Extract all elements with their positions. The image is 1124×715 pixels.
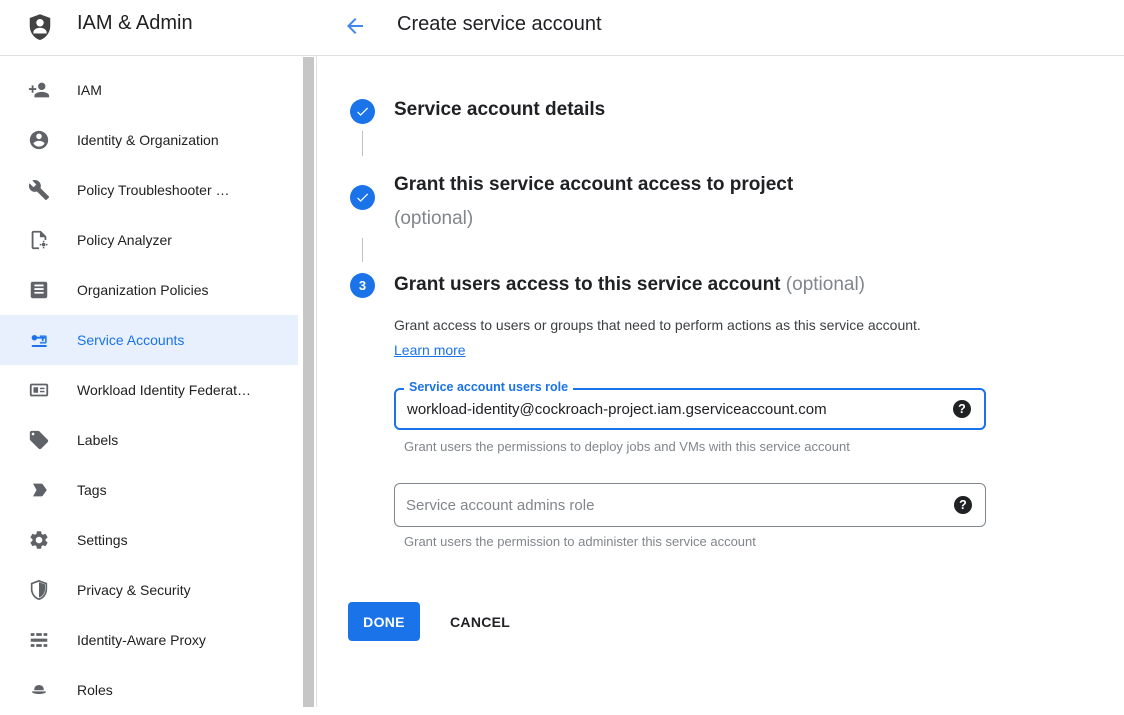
label-tag-icon — [28, 429, 50, 451]
users-role-input[interactable] — [396, 390, 940, 428]
sidebar-scrollbar[interactable] — [303, 57, 314, 707]
step3-title: Grant users access to this service accou… — [394, 274, 865, 296]
users-role-field: Service account users role ? — [394, 388, 986, 430]
step1-title: Service account details — [394, 99, 605, 121]
sidebar-item-label: IAM — [77, 82, 102, 98]
list-doc-icon — [28, 279, 50, 301]
step2-complete-check-icon — [350, 185, 375, 210]
done-button[interactable]: DONE — [348, 602, 420, 641]
step2-title-text: Grant this service account access to pro… — [394, 174, 793, 195]
sidebar-item-workload-identity-federation[interactable]: Workload Identity Federat… — [0, 365, 298, 415]
sidebar-item-label: Identity & Organization — [77, 132, 219, 148]
sidebar-item-label: Policy Troubleshooter … — [77, 182, 230, 198]
sidebar-item-identity-organization[interactable]: Identity & Organization — [0, 115, 298, 165]
sidebar-item-label: Privacy & Security — [77, 582, 191, 598]
step2-optional-label: (optional) — [394, 202, 793, 236]
sidebar-item-label: Service Accounts — [77, 332, 184, 348]
sidebar-item-settings[interactable]: Settings — [0, 515, 298, 565]
step2-title: Grant this service account access to pro… — [394, 168, 793, 236]
cancel-button[interactable]: CANCEL — [450, 614, 510, 630]
sidebar-item-privacy-security[interactable]: Privacy & Security — [0, 565, 298, 615]
hat-icon — [28, 679, 50, 701]
step3-description: Grant access to users or groups that nee… — [394, 313, 956, 363]
sidebar-item-label: Workload Identity Federat… — [77, 382, 251, 398]
sidebar-item-label: Policy Analyzer — [77, 232, 172, 248]
gear-icon — [28, 529, 50, 551]
sidebar-item-roles[interactable]: Roles — [0, 665, 298, 715]
help-icon[interactable]: ? — [954, 496, 972, 514]
account-circle-icon — [28, 129, 50, 151]
step3-optional-label: (optional) — [786, 274, 865, 295]
sidebar-item-policy-troubleshooter[interactable]: Policy Troubleshooter … — [0, 165, 298, 215]
sidebar-item-policy-analyzer[interactable]: Policy Analyzer — [0, 215, 298, 265]
proxy-grid-icon — [28, 629, 50, 651]
service-account-key-icon — [28, 329, 50, 351]
sidebar-divider — [316, 0, 317, 707]
top-header: IAM & Admin Create service account — [0, 0, 1124, 56]
shield-icon — [28, 579, 50, 601]
sidebar-item-labels[interactable]: Labels — [0, 415, 298, 465]
doc-gear-icon — [28, 229, 50, 251]
sidebar-item-label: Organization Policies — [77, 282, 209, 298]
admins-role-helper-text: Grant users the permission to administer… — [404, 534, 756, 549]
wrench-icon — [28, 179, 50, 201]
app-title: IAM & Admin — [77, 12, 193, 35]
person-add-icon — [28, 79, 50, 101]
sidebar-item-organization-policies[interactable]: Organization Policies — [0, 265, 298, 315]
sidebar-item-identity-aware-proxy[interactable]: Identity-Aware Proxy — [0, 615, 298, 665]
sidebar-item-tags[interactable]: Tags — [0, 465, 298, 515]
admins-role-input[interactable] — [395, 484, 941, 526]
id-card-icon — [28, 379, 50, 401]
page-title: Create service account — [397, 13, 602, 36]
step-connector — [362, 131, 363, 156]
learn-more-link[interactable]: Learn more — [394, 342, 466, 358]
step-connector — [362, 238, 363, 262]
users-role-helper-text: Grant users the permissions to deploy jo… — [404, 439, 850, 454]
iam-admin-shield-logo-icon — [25, 11, 55, 43]
sidebar-item-iam[interactable]: IAM — [0, 65, 298, 115]
sidebar-item-label: Roles — [77, 682, 113, 698]
admins-role-field: ? — [394, 483, 986, 527]
sidebar-item-label: Tags — [77, 482, 107, 498]
step3-title-text: Grant users access to this service accou… — [394, 274, 781, 295]
sidebar-item-label: Identity-Aware Proxy — [77, 632, 206, 648]
step3-number-badge: 3 — [350, 273, 375, 298]
arrow-back-icon — [343, 26, 367, 41]
sidebar-item-service-accounts[interactable]: Service Accounts — [0, 315, 298, 365]
help-icon[interactable]: ? — [953, 400, 971, 418]
step1-complete-check-icon — [350, 99, 375, 124]
sidebar-item-label: Labels — [77, 432, 118, 448]
action-buttons: DONE CANCEL — [348, 602, 510, 641]
back-button[interactable] — [341, 13, 369, 41]
sidebar-nav: IAM Identity & Organization Policy Troub… — [0, 56, 316, 707]
tag-arrow-icon — [28, 479, 50, 501]
sidebar-item-label: Settings — [77, 532, 128, 548]
